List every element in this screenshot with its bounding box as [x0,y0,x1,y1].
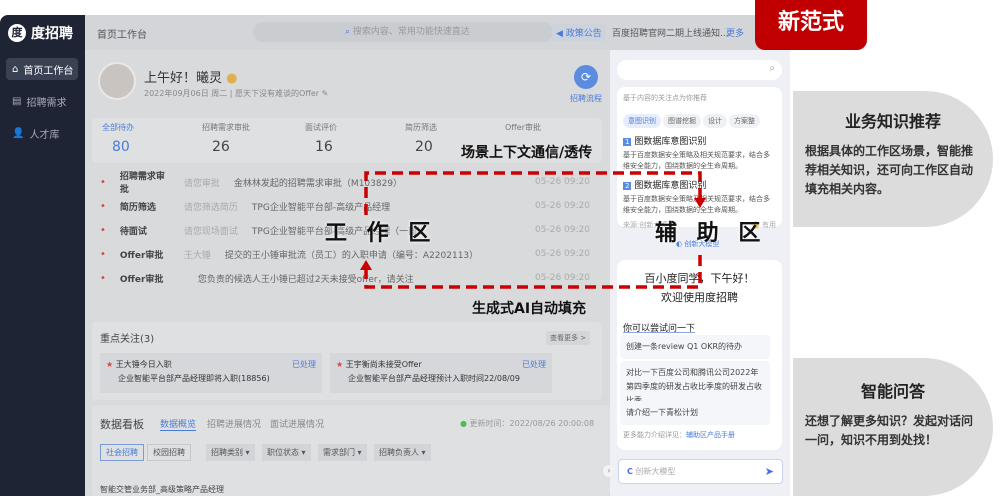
callout-title: 业务知识推荐 [844,112,941,131]
autofill-label: 生成式AI自动填充 [472,301,587,317]
callout-title: 智能问答 [860,382,925,401]
arrow-head-down [694,198,706,208]
arrow-head-up [360,260,372,270]
callout-qa: 智能问答还想了解更多知识？发起对话问一问，知识不用到处找！ [793,358,993,496]
context-label: 场景上下文通信/透传 [461,145,593,161]
autofill-arrow-path [364,255,702,289]
work-area-label: 工 作 区 [325,221,437,246]
callout-text: 还想了解更多知识？发起对话问一问，知识不用到处找！ [805,414,974,447]
assist-area-label: 辅 助 区 [655,221,767,246]
callout-text: 根据具体的工作区场景，智能推荐相关知识，还可向工作区自动填充相关内容。 [805,144,974,196]
callout-knowledge: 业务知识推荐根据具体的工作区场景，智能推荐相关知识，还可向工作区自动填充相关内容… [793,91,993,227]
context-arrow-path [364,171,702,215]
